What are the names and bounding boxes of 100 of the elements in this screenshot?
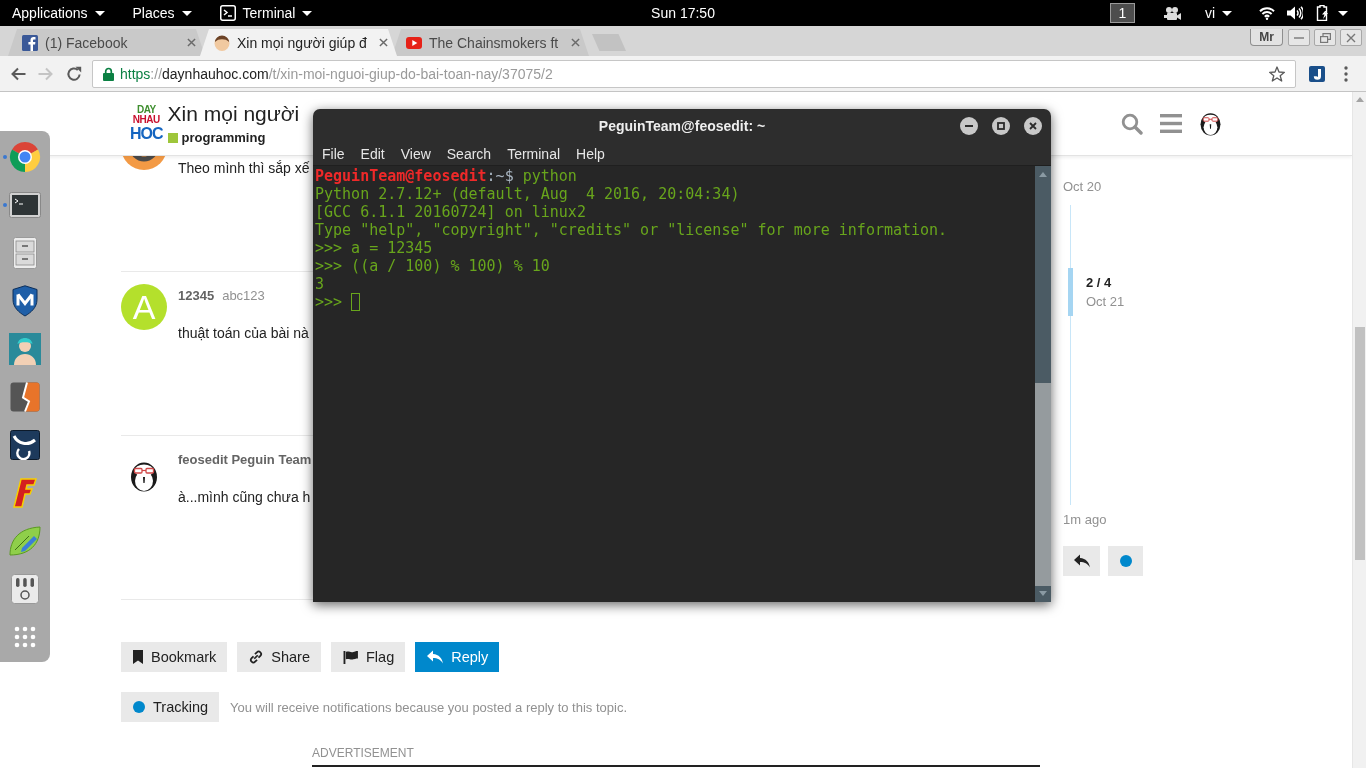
avatar-icon	[214, 34, 230, 51]
scroll-down-icon[interactable]	[1039, 591, 1047, 596]
menu-item[interactable]: Terminal	[499, 142, 569, 165]
post-body: Theo mình thì sắp xế	[178, 160, 310, 177]
tracking-button[interactable]: Tracking	[121, 692, 220, 722]
close-button[interactable]	[1024, 116, 1042, 135]
menu-item[interactable]: Edit	[352, 142, 393, 165]
panel-menu[interactable]: Applications	[12, 2, 105, 24]
more-icon	[1344, 65, 1348, 82]
close-icon	[1346, 32, 1356, 43]
battery-icon[interactable]	[1316, 5, 1330, 21]
menu-item[interactable]: File	[314, 142, 353, 165]
back-arrow-icon	[10, 66, 26, 81]
star-icon[interactable]	[1269, 65, 1285, 82]
terminal-line: >>>	[315, 293, 343, 311]
mixer-icon[interactable]	[11, 574, 39, 604]
penguin-avatar-icon[interactable]	[129, 460, 159, 492]
menu-item[interactable]: Search	[438, 142, 500, 165]
workspace-indicator[interactable]: 1	[1109, 3, 1135, 23]
reply-icon	[427, 650, 444, 664]
close-icon	[1029, 121, 1037, 130]
reply-icon	[1073, 554, 1090, 568]
f-logo-icon[interactable]	[13, 478, 37, 508]
page-scrollbar[interactable]	[1352, 92, 1366, 768]
reload-icon	[66, 65, 82, 82]
notifications-button[interactable]	[1108, 546, 1143, 576]
post-body: thuật toán của bài nà	[178, 325, 309, 342]
play-icon	[406, 36, 422, 49]
link-icon	[249, 650, 264, 664]
browser-icon[interactable]	[9, 141, 41, 173]
share-button[interactable]: Share	[237, 642, 321, 672]
post-username[interactable]: 12345	[178, 288, 215, 304]
camera-icon[interactable]	[1163, 6, 1181, 20]
panel-menu[interactable]: Terminal	[219, 2, 313, 24]
zigzag-tile-icon[interactable]	[10, 382, 40, 412]
dot-icon	[1119, 555, 1132, 567]
caret-icon[interactable]	[1338, 10, 1348, 16]
browser-tab[interactable]: The Chainsmokers ft	[392, 29, 589, 56]
terminal-icon[interactable]	[9, 192, 41, 218]
horns-tile-icon[interactable]	[10, 430, 40, 460]
terminal-line: Python 2.7.12+ (default, Aug 4 2016, 20:04:34)	[315, 185, 740, 203]
terminal-scrollbar[interactable]	[1035, 166, 1051, 602]
scroll-up-icon[interactable]	[1039, 172, 1047, 177]
close-icon[interactable]	[571, 38, 580, 47]
flag-button[interactable]: Flag	[331, 642, 406, 672]
keyboard-layout-menu[interactable]: vi	[1204, 2, 1232, 24]
scroll-up-icon[interactable]	[1355, 97, 1364, 102]
category-link[interactable]: programming	[167, 129, 266, 146]
app-grid-icon[interactable]	[14, 626, 36, 648]
forward-arrow-icon	[38, 66, 54, 81]
bookmark-button[interactable]: Bookmark	[121, 642, 228, 672]
post-username[interactable]: feosedit Peguin Team	[178, 452, 312, 468]
timeline-position: 2 / 4	[1086, 275, 1112, 291]
close-icon[interactable]	[187, 38, 196, 47]
url-text[interactable]: https://daynhauhoc.com/t/xin-moi-nguoi-giup-do-bai-toan-nay/37075/2	[120, 65, 1263, 82]
reply-button[interactable]	[1063, 546, 1100, 576]
user-avatar-icon[interactable]	[1199, 111, 1222, 136]
avatar-icon[interactable]	[121, 156, 167, 170]
extension-icon[interactable]	[1309, 65, 1325, 82]
lock-icon	[103, 66, 114, 81]
address-bar[interactable]: https://daynhauhoc.com/t/xin-moi-nguoi-giup-do-bai-toan-nay/37075/2	[92, 59, 1296, 88]
shield-icon[interactable]	[12, 285, 38, 317]
topic-title[interactable]: Xin mọi người	[167, 101, 300, 126]
window-title: PeguinTeam@feosedit: ~	[598, 117, 766, 134]
minimize-icon	[1294, 36, 1304, 39]
panel-menu[interactable]: Places	[132, 2, 192, 24]
timeline-handle[interactable]	[1068, 268, 1073, 316]
scrollbar-thumb[interactable]	[1354, 327, 1365, 560]
scrollbar-thumb[interactable]	[1035, 383, 1051, 586]
terminal-line: 3	[315, 275, 325, 293]
menu-item[interactable]: Help	[568, 142, 613, 165]
menu-icon[interactable]	[1160, 114, 1182, 133]
flag-icon	[343, 650, 358, 664]
restore-button[interactable]	[1314, 29, 1336, 46]
caret-icon	[181, 10, 192, 16]
volume-icon[interactable]	[1287, 6, 1303, 20]
site-logo[interactable]: DAY NHAU HOC	[130, 105, 163, 142]
person-tile-icon[interactable]	[9, 333, 41, 365]
caret-icon	[94, 10, 105, 16]
wifi-icon[interactable]	[1259, 6, 1275, 20]
notification-text: You will receive notifications because you posted a reply to this topic.	[230, 699, 628, 715]
timeline-date: Oct 21	[1086, 295, 1125, 309]
leaf-pencil-icon[interactable]	[9, 526, 41, 556]
ad-label: ADVERTISEMENT	[312, 746, 414, 760]
maximize-button[interactable]	[992, 116, 1010, 135]
file-cabinet-icon[interactable]	[13, 237, 37, 269]
caret-icon	[1222, 10, 1232, 16]
dot-icon	[133, 701, 145, 713]
reply-button[interactable]: Reply	[415, 642, 500, 672]
terminal-icon	[219, 5, 236, 21]
menu-item[interactable]: View	[392, 142, 439, 165]
clock[interactable]: Sun 17:50	[651, 5, 715, 21]
terminal-line: >>> a = 12345	[315, 239, 433, 257]
browser-tab[interactable]: (1) Facebook	[8, 29, 205, 56]
profile-button[interactable]: Mr	[1250, 29, 1283, 46]
close-icon[interactable]	[379, 38, 388, 47]
browser-tab[interactable]: Xin mọi người giúp đ	[200, 29, 397, 56]
terminal-line: [GCC 6.1.1 20160724] on linux2	[315, 203, 586, 221]
minimize-button[interactable]	[960, 116, 978, 135]
search-icon[interactable]	[1121, 112, 1143, 135]
